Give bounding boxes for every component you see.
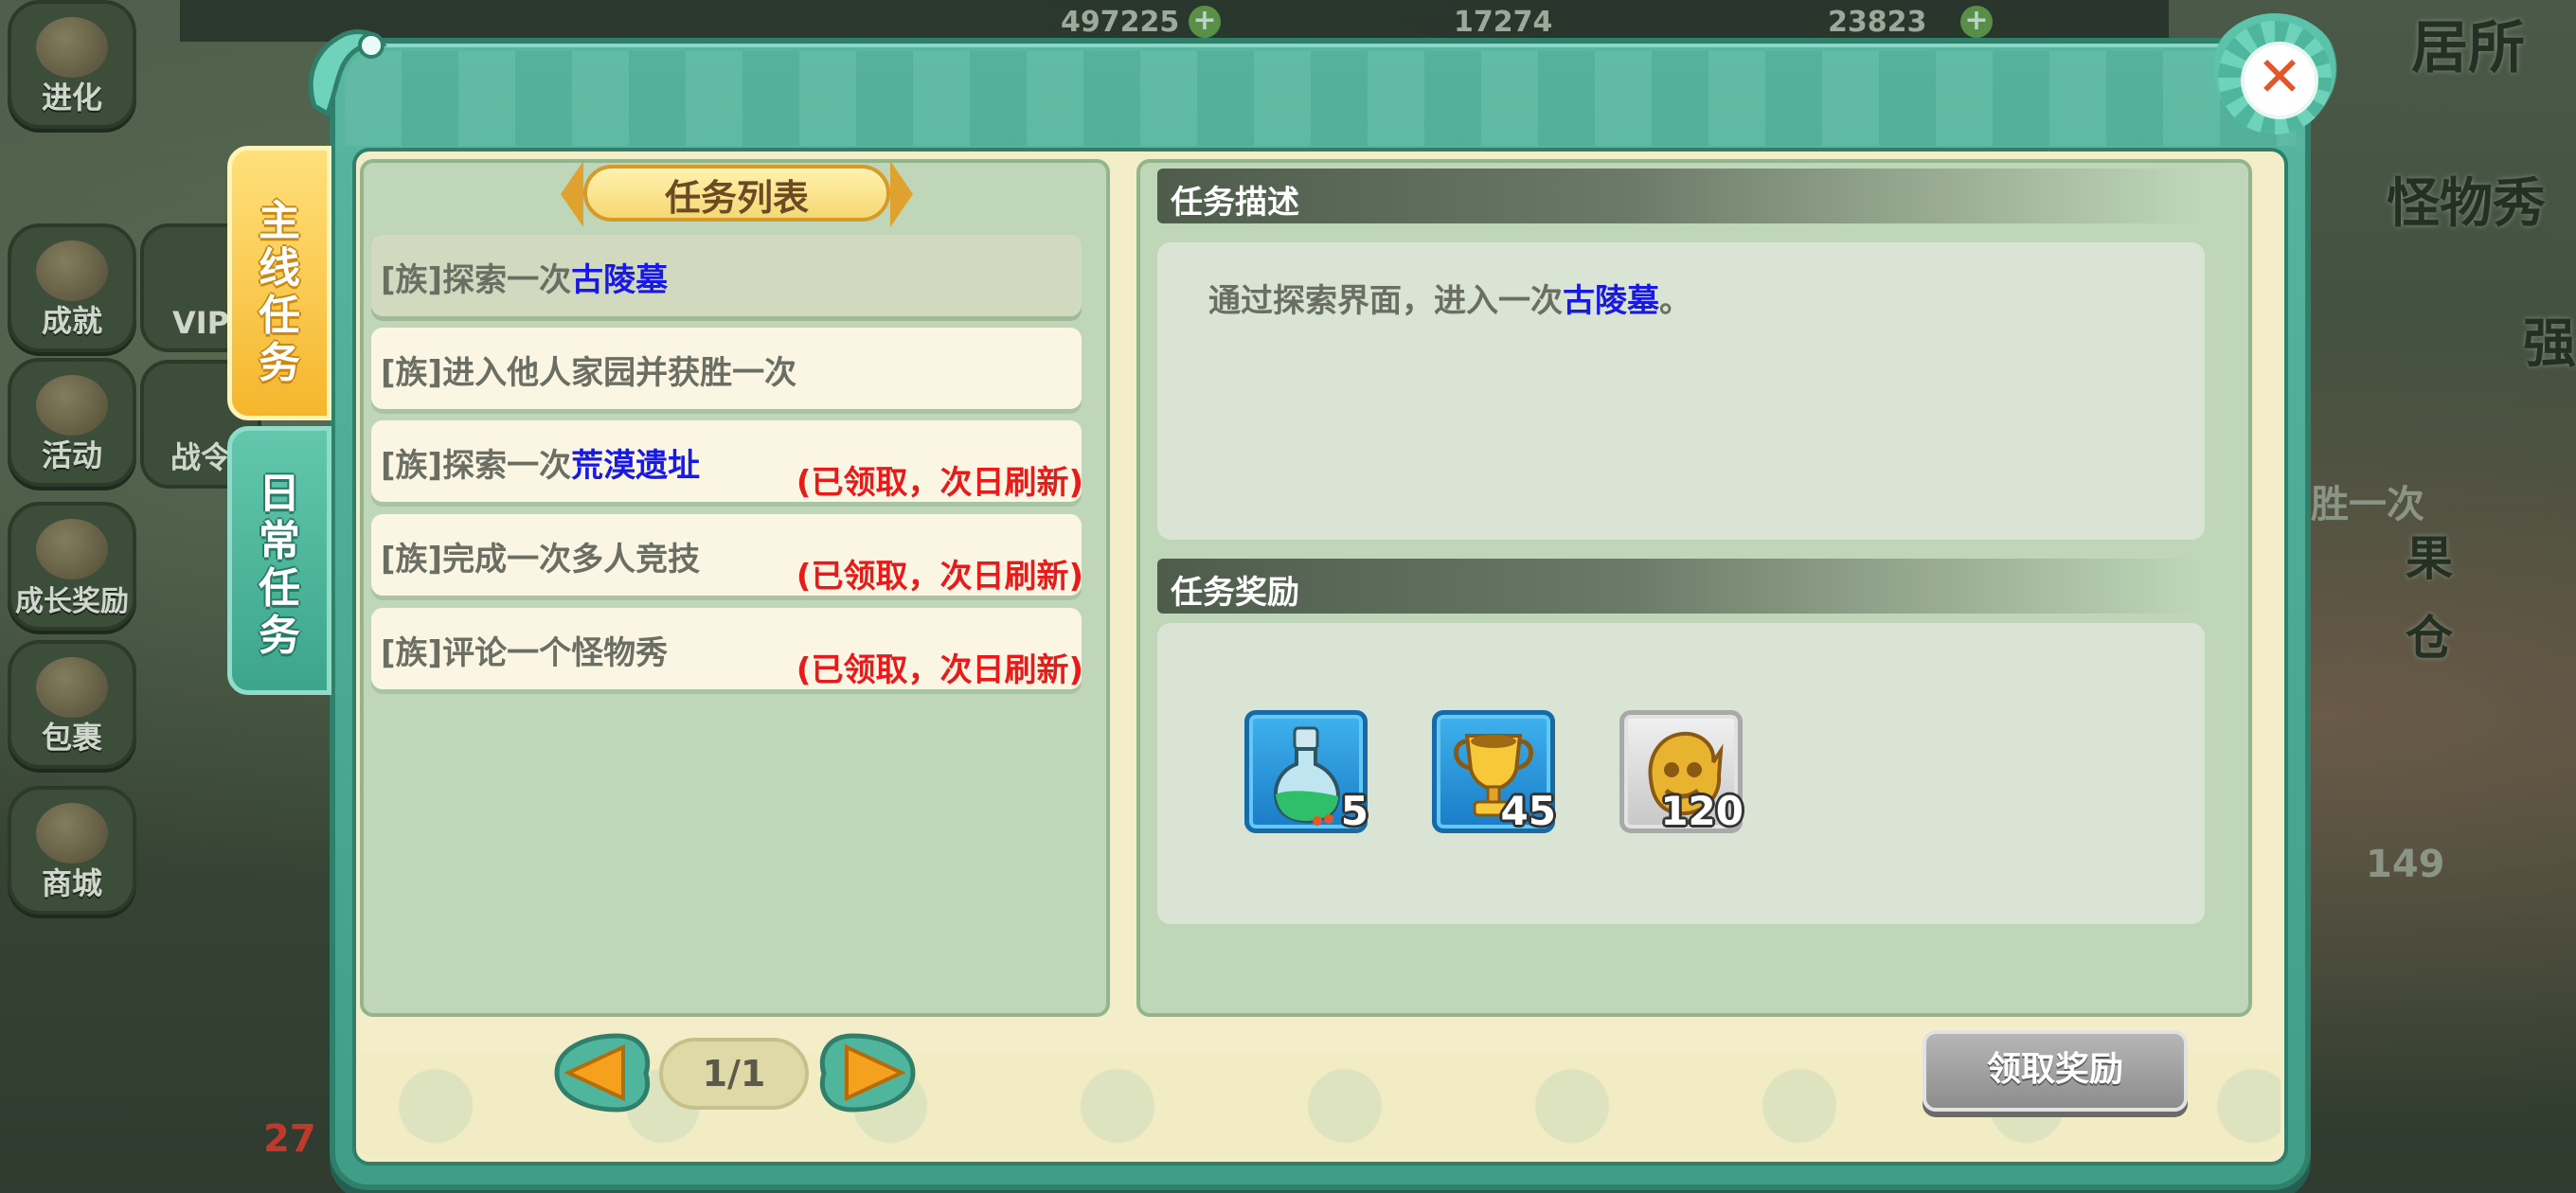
- reward-item[interactable]: 120: [1619, 710, 1744, 834]
- close-button[interactable]: ✕: [2209, 13, 2341, 136]
- reward-count: 120: [1660, 788, 1744, 834]
- side-button-label: 进化: [41, 80, 102, 116]
- tab-daily-quest-label: 日常任务: [259, 470, 300, 660]
- side-button-evolve: 进化: [8, 0, 136, 129]
- task-status: (已领取，次日刷新): [796, 558, 1083, 596]
- potion-icon: [1273, 726, 1340, 826]
- task-status: (已领取，次日刷新): [796, 464, 1083, 502]
- top-resource-bar: 497225 + 17274 23823 +: [180, 0, 2169, 42]
- task-item[interactable]: [族]进入他人家园并获胜一次: [371, 328, 1082, 409]
- task-name-highlight: 古陵墓: [571, 261, 669, 299]
- previous-page-button[interactable]: [547, 1030, 657, 1115]
- description-text-part: 通过探索界面，进入一次: [1208, 282, 1563, 320]
- description-highlight: 古陵墓: [1563, 282, 1659, 320]
- bg-label-strong: 强: [2523, 313, 2576, 375]
- task-status: (已领取，次日刷新): [796, 651, 1083, 689]
- description-text-part: 。: [1659, 282, 1691, 320]
- side-button-activity: 活动: [8, 358, 136, 487]
- horn-ornament-icon: [308, 29, 387, 117]
- resource-add-1: +: [1189, 6, 1221, 38]
- task-item[interactable]: [族]探索一次荒漠遗址 (已领取，次日刷新): [371, 420, 1083, 502]
- resource-add-3: +: [1960, 6, 1993, 38]
- bg-label-count: 149: [2366, 843, 2445, 886]
- dialog-header: [345, 51, 2296, 146]
- reward-header-label: 任务奖励: [1171, 574, 1299, 612]
- task-name-text: [族]评论一个怪物秀: [381, 634, 669, 672]
- side-button-label: 商城: [41, 865, 102, 901]
- achievement-icon: [36, 240, 108, 301]
- activity-icon: [36, 375, 108, 436]
- resource-count-1: 497225: [1061, 6, 1180, 39]
- bg-label-warehouse: 仓: [2406, 611, 2453, 666]
- task-list-title-ribbon: 任务列表: [561, 161, 913, 227]
- side-button-label: 成就: [41, 303, 102, 339]
- task-item[interactable]: [族]评论一个怪物秀 (已领取，次日刷新): [371, 608, 1083, 689]
- task-name-text: [族]完成一次多人竞技: [381, 541, 701, 579]
- bg-label-fruit: 果: [2406, 531, 2453, 586]
- task-name: [族]评论一个怪物秀: [381, 627, 668, 673]
- bg-label-residence: 居所: [2411, 15, 2525, 81]
- task-name-text: [族]进入他人家园并获胜一次: [381, 354, 797, 392]
- side-button-bag: 包裹: [8, 640, 136, 769]
- shop-icon: [36, 803, 108, 864]
- close-icon: ✕: [2256, 45, 2303, 109]
- evolve-icon: [36, 17, 108, 78]
- task-name-text: [族]探索一次: [381, 447, 572, 485]
- resource-count-3: 23823: [1828, 6, 1927, 39]
- reward-item[interactable]: 5: [1244, 710, 1368, 834]
- task-name-highlight: 荒漠遗址: [571, 447, 701, 485]
- task-item[interactable]: [族]完成一次多人竞技 (已领取，次日刷新): [371, 514, 1083, 596]
- side-button-growth-reward: 成长奖励: [8, 502, 136, 631]
- tab-main-quest[interactable]: 主线任务: [227, 146, 331, 420]
- tab-main-quest-label: 主线任务: [259, 197, 300, 387]
- task-name-text: [族]探索一次: [381, 261, 572, 299]
- tab-daily-quest[interactable]: 日常任务: [227, 426, 331, 695]
- bg-label-monster-show: 怪物秀: [2387, 173, 2546, 235]
- side-button-label: 成长奖励: [15, 585, 129, 618]
- task-name: [族]完成一次多人竞技: [381, 533, 700, 579]
- claim-reward-button[interactable]: 领取奖励: [1923, 1030, 2188, 1112]
- growth-reward-icon: [36, 519, 108, 579]
- task-name: [族]进入他人家园并获胜一次: [381, 347, 796, 393]
- description-header: 任务描述: [1157, 169, 2199, 223]
- reward-count: 45: [1500, 788, 1556, 834]
- task-name: [族]探索一次古陵墓: [381, 254, 668, 300]
- description-header-label: 任务描述: [1171, 184, 1299, 222]
- next-page-button[interactable]: [813, 1030, 922, 1115]
- side-button-label: 活动: [41, 437, 102, 473]
- side-button-shop: 商城: [8, 786, 136, 915]
- page-indicator: 1/1: [659, 1038, 809, 1110]
- reward-count: 5: [1340, 788, 1368, 834]
- reward-header: 任务奖励: [1157, 559, 2199, 614]
- resource-count-2: 17274: [1454, 6, 1553, 39]
- bag-icon: [36, 657, 108, 718]
- side-button-label: 包裹: [41, 720, 102, 756]
- task-list-title: 任务列表: [664, 177, 809, 219]
- task-name: [族]探索一次荒漠遗址: [381, 439, 700, 486]
- bg-wifi-number: 27: [263, 1117, 316, 1161]
- description-text: 通过探索界面，进入一次古陵墓。: [1208, 275, 1691, 321]
- reward-item[interactable]: 45: [1432, 710, 1556, 834]
- side-button-achievement: 成就: [8, 223, 136, 352]
- task-item[interactable]: [族]探索一次古陵墓: [371, 235, 1082, 316]
